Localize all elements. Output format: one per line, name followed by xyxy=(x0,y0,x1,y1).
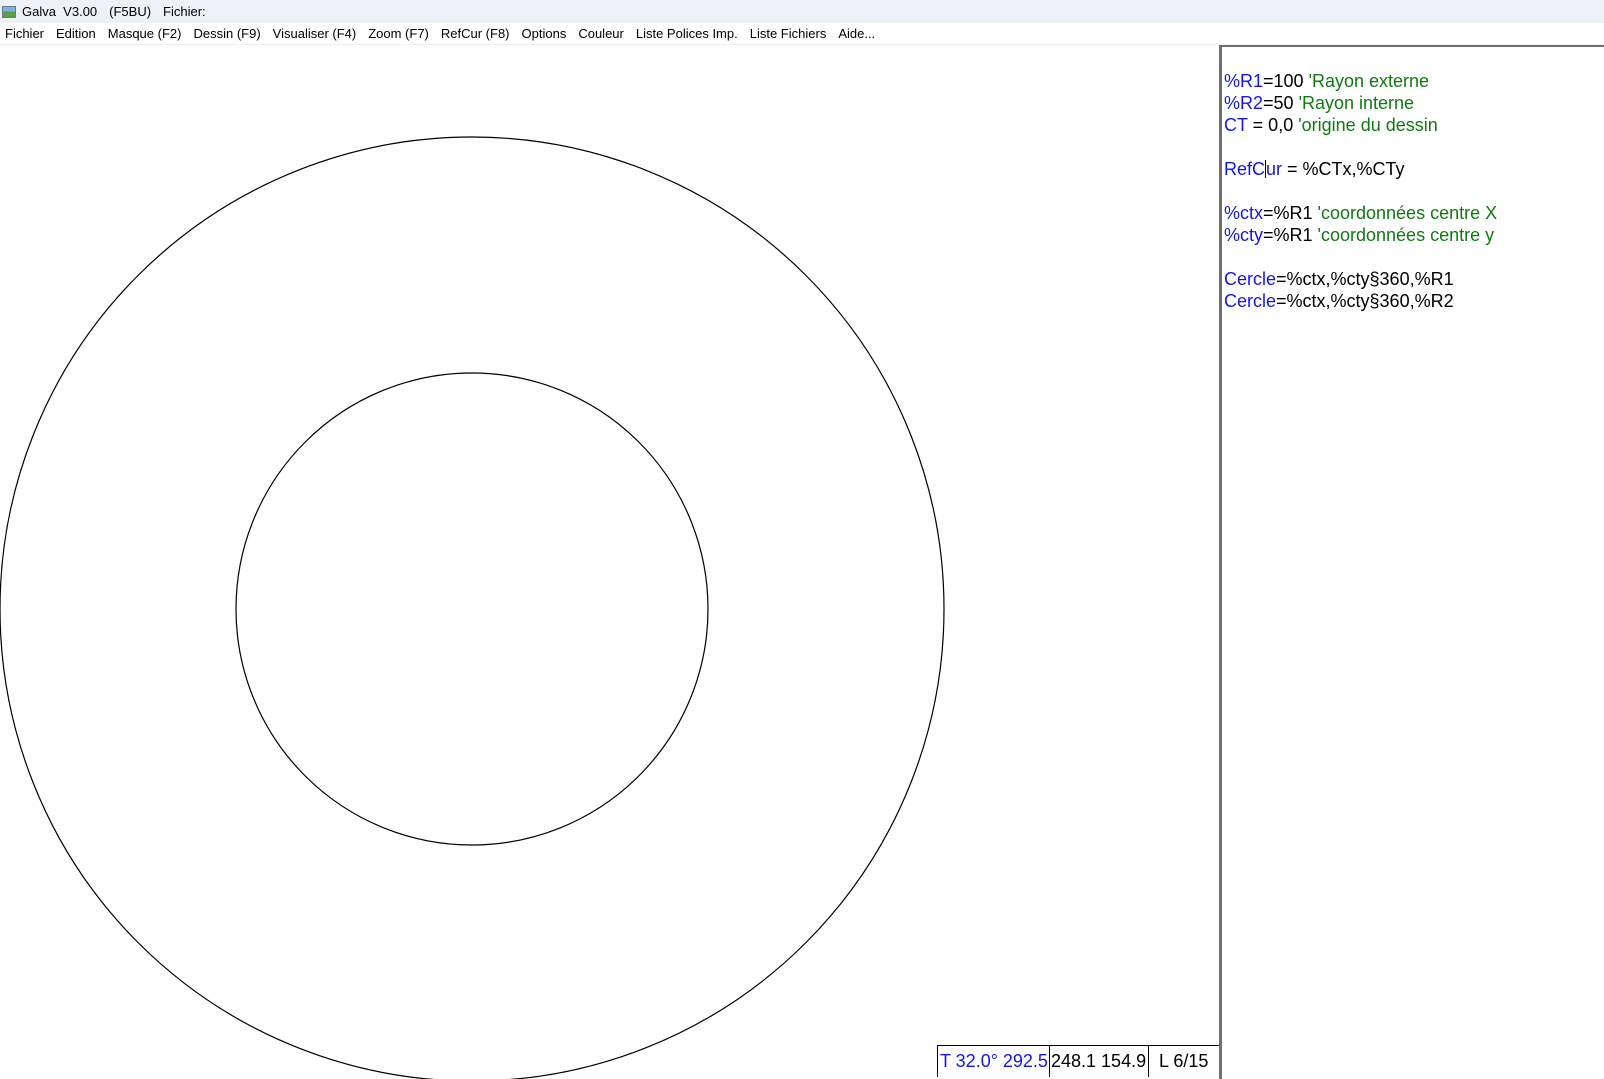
code-line[interactable]: CT = 0,0 'origine du dessin xyxy=(1224,114,1604,136)
menu-liste-polices[interactable]: Liste Polices Imp. xyxy=(631,26,745,41)
code-comment: 'Rayon interne xyxy=(1298,93,1415,113)
code-line[interactable]: Cercle=%ctx,%cty§360,%R1 xyxy=(1224,268,1604,290)
code-line[interactable]: %R2=50 'Rayon interne xyxy=(1224,92,1604,114)
file-label: Fichier: xyxy=(163,4,206,19)
code-keyword: ur xyxy=(1266,159,1283,179)
outer-circle xyxy=(0,136,945,1079)
code-line[interactable]: RefCur = %CTx,%CTy xyxy=(1224,158,1604,180)
title-bar: Galva V3.00 (F5BU) Fichier: xyxy=(0,0,1604,23)
code-expression: =%ctx,%cty§360,%R2 xyxy=(1276,291,1454,311)
code-keyword: Cercle xyxy=(1224,291,1277,311)
code-keyword: %ctx xyxy=(1224,203,1264,223)
code-keyword: RefC xyxy=(1224,159,1266,179)
callsign: (F5BU) xyxy=(109,4,152,19)
menu-bar: Fichier Edition Masque (F2) Dessin (F9) … xyxy=(0,23,1604,45)
code-comment: 'coordonnées centre X xyxy=(1317,203,1498,223)
code-keyword: Cercle xyxy=(1224,269,1277,289)
status-line-count: L 6/15 xyxy=(1148,1045,1219,1077)
code-text[interactable]: %R1=100 'Rayon externe %R2=50 'Rayon int… xyxy=(1224,70,1604,312)
code-line-empty[interactable] xyxy=(1224,246,1604,268)
code-line[interactable]: %R1=100 'Rayon externe xyxy=(1224,70,1604,92)
menu-masque[interactable]: Masque (F2) xyxy=(103,26,189,41)
menu-liste-fichiers[interactable]: Liste Fichiers xyxy=(745,26,834,41)
drawing-canvas[interactable] xyxy=(0,45,1219,1079)
code-keyword: %R1 xyxy=(1224,71,1264,91)
code-comment: 'origine du dessin xyxy=(1298,115,1438,135)
code-expression: =50 xyxy=(1263,93,1299,113)
code-expression: =%R1 xyxy=(1263,225,1318,245)
code-comment: 'coordonnées centre y xyxy=(1317,225,1495,245)
code-editor[interactable]: %R1=100 'Rayon externe %R2=50 'Rayon int… xyxy=(1219,45,1604,1079)
code-comment: 'Rayon externe xyxy=(1308,71,1430,91)
menu-edition[interactable]: Edition xyxy=(51,26,103,41)
menu-dessin[interactable]: Dessin (F9) xyxy=(188,26,267,41)
code-expression: = %CTx,%CTy xyxy=(1282,159,1405,179)
code-line[interactable]: Cercle=%ctx,%cty§360,%R2 xyxy=(1224,290,1604,312)
status-coordinates: 248.1 154.9 xyxy=(1049,1045,1148,1077)
code-expression: =100 xyxy=(1263,71,1309,91)
code-expression: =%R1 xyxy=(1263,203,1318,223)
code-line-empty[interactable] xyxy=(1224,136,1604,158)
inner-circle xyxy=(235,372,709,846)
app-title: Galva V3.00 xyxy=(22,4,98,19)
menu-options[interactable]: Options xyxy=(517,26,574,41)
menu-zoom[interactable]: Zoom (F7) xyxy=(363,26,436,41)
menu-refcur[interactable]: RefCur (F8) xyxy=(436,26,517,41)
menu-visualiser[interactable]: Visualiser (F4) xyxy=(268,26,364,41)
code-expression: = 0,0 xyxy=(1247,115,1299,135)
menu-fichier[interactable]: Fichier xyxy=(0,26,51,41)
menu-couleur[interactable]: Couleur xyxy=(573,26,631,41)
code-expression: =%ctx,%cty§360,%R1 xyxy=(1276,269,1454,289)
status-angle: T 32.0° 292.5 xyxy=(937,1045,1049,1077)
code-keyword: CT xyxy=(1224,115,1248,135)
drawing-svg xyxy=(0,136,945,1079)
code-keyword: %cty xyxy=(1224,225,1264,245)
code-keyword: %R2 xyxy=(1224,93,1264,113)
code-line-empty[interactable] xyxy=(1224,180,1604,202)
menu-aide[interactable]: Aide... xyxy=(833,26,882,41)
code-line[interactable]: %ctx=%R1 'coordonnées centre X xyxy=(1224,202,1604,224)
code-line[interactable]: %cty=%R1 'coordonnées centre y xyxy=(1224,224,1604,246)
app-icon[interactable] xyxy=(2,5,16,18)
